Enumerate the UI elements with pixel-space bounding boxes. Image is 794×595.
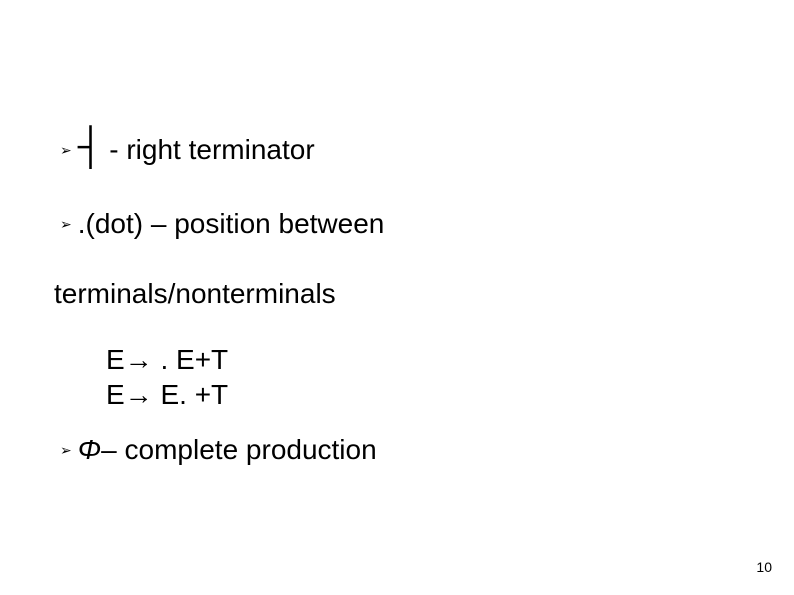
example-line-2: E→ E. +T	[106, 377, 228, 412]
phi-symbol: Φ	[78, 434, 101, 466]
examples-block: E→ . E+T E→ E. +T	[106, 342, 228, 412]
bullet-item-right-terminator: ➢ ┤ - right terminator	[60, 132, 315, 168]
dot-text: (dot) – position between	[86, 208, 385, 240]
bullet-glyph-icon: ➢	[60, 143, 72, 157]
dot-symbol: .	[78, 208, 86, 240]
bullet-glyph-icon: ➢	[60, 443, 72, 457]
dot-continuation-text: terminals/nonterminals	[54, 278, 336, 310]
slide: ➢ ┤ - right terminator ➢ . (dot) – posit…	[0, 0, 794, 595]
bullet-item-phi: ➢ Φ – complete production	[60, 434, 377, 466]
right-terminator-text: - right terminator	[109, 134, 314, 166]
phi-text: – complete production	[101, 434, 377, 466]
page-number: 10	[756, 559, 772, 575]
bullet-item-dot: ➢ . (dot) – position between	[60, 208, 384, 240]
example-line-1: E→ . E+T	[106, 342, 228, 377]
bullet-glyph-icon: ➢	[60, 217, 72, 231]
right-terminator-symbol: ┤	[78, 128, 104, 164]
